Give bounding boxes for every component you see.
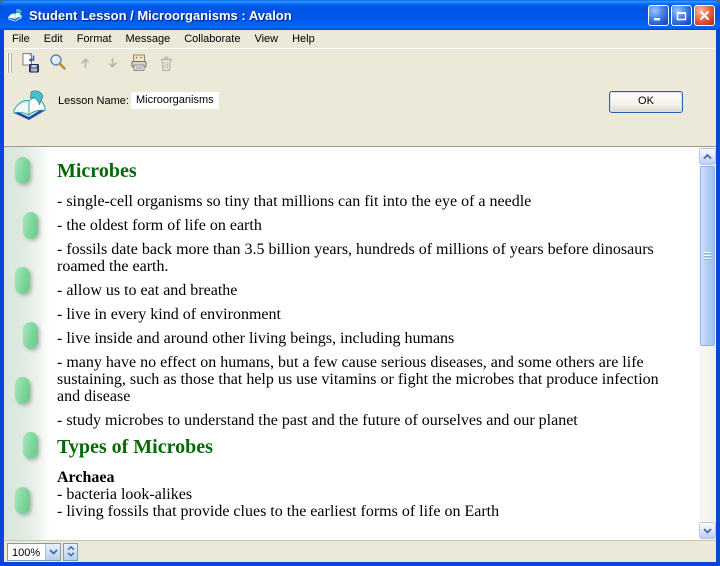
lesson-text: Microbes - single-cell organisms so tiny … <box>50 147 699 540</box>
close-icon <box>698 9 711 22</box>
toolbar <box>4 48 716 77</box>
next-button <box>99 51 124 75</box>
capsule-shape <box>23 432 38 459</box>
zoom-value-field[interactable]: 100% <box>8 544 45 560</box>
lesson-heading: Types of Microbes <box>57 436 673 459</box>
chevron-up-icon <box>67 546 75 551</box>
lesson-paragraph: - fossils date back more than 3.5 billio… <box>57 241 673 275</box>
lesson-paragraph: - single-cell organisms so tiny that mil… <box>57 193 673 210</box>
zoom-combobox: 100% <box>7 543 61 561</box>
lesson-paragraph: - live inside and around other living be… <box>57 330 673 347</box>
capsule-shape <box>15 377 30 404</box>
menu-item-help[interactable]: Help <box>285 31 322 47</box>
lesson-name-label: Lesson Name: <box>58 95 129 107</box>
lesson-paragraph: - allow us to eat and breathe <box>57 282 673 299</box>
maximize-button[interactable] <box>671 5 692 26</box>
menu-item-edit[interactable]: Edit <box>37 31 70 47</box>
close-button[interactable] <box>694 5 715 26</box>
lesson-name-field[interactable]: Microorganisms <box>131 92 219 109</box>
menu-item-message[interactable]: Message <box>119 31 178 47</box>
lesson-paragraph: - many have no effect on humans, but a f… <box>57 354 673 405</box>
capsule-shape <box>23 212 38 239</box>
lesson-line: - bacteria look-alikes <box>57 486 673 503</box>
titlebar[interactable]: Student Lesson / Microorganisms : Avalon <box>0 0 720 30</box>
arrow-down-icon <box>101 52 123 74</box>
chevron-down-icon <box>67 552 75 557</box>
capsule-shape <box>15 267 30 294</box>
arrow-up-icon <box>74 52 96 74</box>
delete-button <box>153 51 178 75</box>
menu-item-view[interactable]: View <box>247 31 285 47</box>
spacer <box>57 520 673 540</box>
lesson-paragraph: - the oldest form of life on earth <box>57 217 673 234</box>
vertical-scrollbar[interactable] <box>699 147 716 540</box>
scroll-down-button[interactable] <box>699 522 716 539</box>
scroll-up-button[interactable] <box>699 148 716 165</box>
lesson-paragraph: - live in every kind of environment <box>57 306 673 323</box>
menubar: FileEditFormatMessageCollaborateViewHelp <box>4 30 716 48</box>
lesson-header: Lesson Name: Microorganisms OK <box>4 77 716 146</box>
lesson-heading: Microbes <box>57 160 673 183</box>
statusbar: 100% <box>4 540 716 562</box>
window-title: Student Lesson / Microorganisms : Avalon <box>29 8 646 23</box>
lesson-line: - living fossils that provide clues to t… <box>57 503 673 520</box>
capsule-shape <box>15 157 30 184</box>
save-icon <box>20 52 42 74</box>
printer-icon <box>128 52 150 74</box>
previous-button <box>72 51 97 75</box>
magnifier-icon <box>47 52 69 74</box>
lesson-paragraph: - study microbes to understand the past … <box>57 412 673 429</box>
trash-icon <box>155 52 177 74</box>
print-button[interactable] <box>126 51 151 75</box>
lesson-subheading: Archaea <box>57 469 673 486</box>
chevron-up-icon <box>703 154 712 160</box>
lesson-content-pane: Microbes - single-cell organisms so tiny … <box>4 146 716 540</box>
maximize-icon <box>675 9 688 22</box>
application-window: Student Lesson / Microorganisms : Avalon… <box>0 0 720 566</box>
minimize-icon <box>652 9 665 22</box>
open-book-icon <box>9 85 49 130</box>
menu-item-collaborate[interactable]: Collaborate <box>177 31 247 47</box>
save-button[interactable] <box>18 51 43 75</box>
open-book-icon[interactable] <box>6 6 24 24</box>
microbe-capsule-decoration <box>4 147 50 540</box>
toolbar-grip-handle[interactable] <box>7 53 13 73</box>
minimize-button[interactable] <box>648 5 669 26</box>
menu-item-format[interactable]: Format <box>70 31 119 47</box>
find-button[interactable] <box>45 51 70 75</box>
window-body: FileEditFormatMessageCollaborateViewHelp… <box>4 30 716 562</box>
ok-button[interactable]: OK <box>609 91 683 113</box>
zoom-spinner[interactable] <box>63 543 78 561</box>
capsule-shape <box>15 487 30 514</box>
zoom-dropdown-button[interactable] <box>45 544 60 560</box>
capsule-shape <box>23 322 38 349</box>
chevron-down-icon <box>703 528 712 534</box>
scrollbar-thumb[interactable] <box>700 166 715 346</box>
menu-item-file[interactable]: File <box>5 31 37 47</box>
chevron-down-icon <box>49 549 58 555</box>
